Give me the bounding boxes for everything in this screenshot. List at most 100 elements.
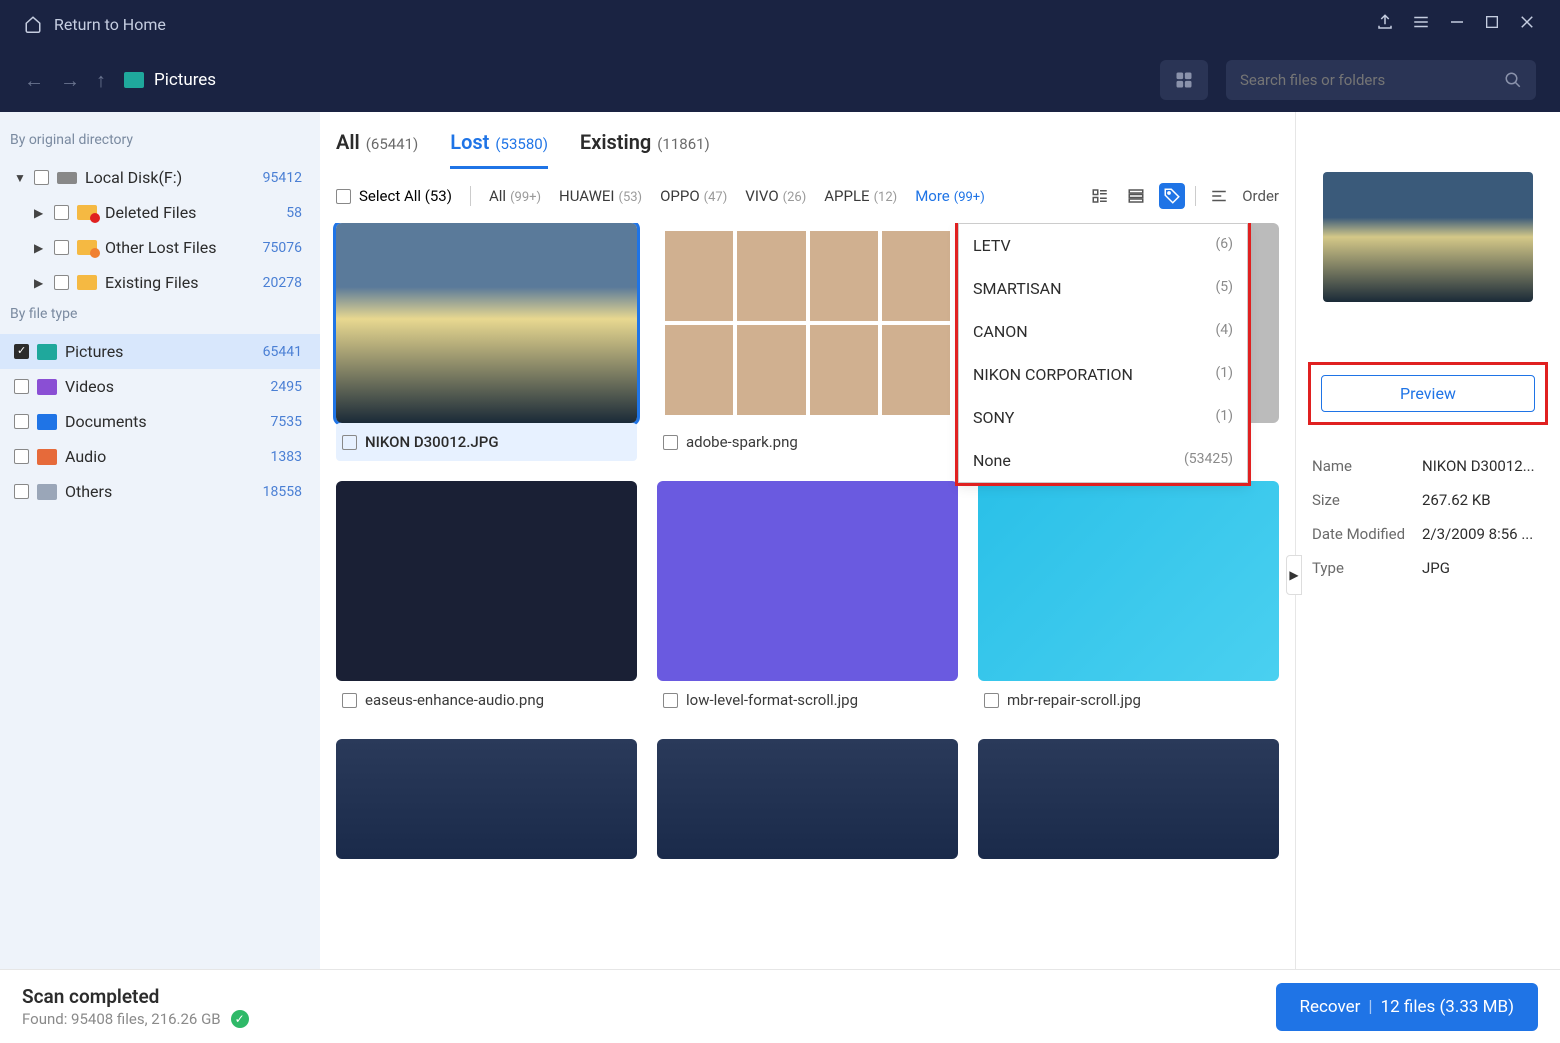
folder-deleted-icon — [77, 205, 97, 220]
thumbnail[interactable] — [978, 739, 1279, 859]
tree-other-lost-files[interactable]: ▶ Other Lost Files 75076 — [0, 230, 320, 265]
checkbox[interactable] — [984, 693, 999, 708]
checkbox[interactable] — [14, 449, 29, 464]
dropdown-item-none[interactable]: None(53425) — [959, 439, 1247, 482]
sidebar: By original directory ▼ Local Disk(F:) 9… — [0, 112, 320, 969]
filter-more[interactable]: More(99+) — [915, 187, 985, 205]
order-label[interactable]: Order — [1242, 187, 1279, 205]
breadcrumb: Pictures — [124, 70, 216, 90]
thumbnail[interactable] — [336, 739, 637, 859]
checkbox[interactable] — [54, 275, 69, 290]
close-button[interactable] — [1518, 13, 1536, 35]
dropdown-item-smartisan[interactable]: SMARTISAN(5) — [959, 267, 1247, 310]
file-card[interactable] — [336, 739, 637, 859]
file-card[interactable]: NIKON D30012.JPG — [336, 223, 637, 461]
tab-existing[interactable]: Existing(11861) — [580, 130, 710, 169]
others-icon — [37, 484, 57, 500]
nav-up[interactable]: ↑ — [96, 68, 106, 93]
detail-panel: ▶ Preview NameNIKON D30012... Size267.62… — [1295, 112, 1560, 969]
tree-existing-files[interactable]: ▶ Existing Files 20278 — [0, 265, 320, 300]
view-list-icon[interactable] — [1087, 183, 1113, 209]
tab-lost[interactable]: Lost(53580) — [450, 130, 548, 169]
checkbox[interactable] — [663, 435, 678, 450]
search-input[interactable] — [1240, 71, 1504, 89]
checkbox[interactable] — [342, 435, 357, 450]
check-icon: ✓ — [231, 1010, 249, 1028]
view-detail-icon[interactable] — [1123, 183, 1149, 209]
file-card[interactable]: easeus-enhance-audio.png — [336, 481, 637, 719]
checkbox[interactable] — [342, 693, 357, 708]
thumbnail[interactable] — [657, 223, 958, 423]
checkbox[interactable] — [54, 205, 69, 220]
dropdown-item-sony[interactable]: SONY(1) — [959, 396, 1247, 439]
checkbox-checked[interactable] — [14, 344, 29, 359]
pictures-icon — [124, 72, 144, 88]
search-box[interactable] — [1226, 60, 1536, 100]
disk-icon — [57, 172, 77, 184]
preview-button[interactable]: Preview — [1321, 375, 1535, 412]
filter-huawei[interactable]: HUAWEI(53) — [559, 187, 642, 205]
file-card[interactable] — [978, 739, 1279, 859]
file-card[interactable]: mbr-repair-scroll.jpg — [978, 481, 1279, 719]
chevron-down-icon[interactable]: ▼ — [14, 171, 26, 185]
folder-icon — [77, 275, 97, 290]
checkbox[interactable] — [14, 484, 29, 499]
file-metadata: NameNIKON D30012... Size267.62 KB Date M… — [1296, 449, 1560, 585]
filter-all[interactable]: All(99+) — [489, 187, 541, 205]
dropdown-item-canon[interactable]: CANON(4) — [959, 310, 1247, 353]
type-others[interactable]: Others 18558 — [0, 474, 320, 509]
thumbnail[interactable] — [978, 481, 1279, 681]
toolbar: ← → ↑ Pictures — [0, 48, 1560, 112]
chevron-right-icon[interactable]: ▶ — [34, 206, 46, 220]
checkbox[interactable] — [54, 240, 69, 255]
audio-icon — [37, 449, 57, 465]
view-tag-icon[interactable] — [1159, 183, 1185, 209]
thumbnail[interactable] — [657, 739, 958, 859]
titlebar: Return to Home — [0, 0, 1560, 48]
scan-summary: Found: 95408 files, 216.26 GB — [22, 1010, 221, 1028]
tree-local-disk[interactable]: ▼ Local Disk(F:) 95412 — [0, 160, 320, 195]
maximize-button[interactable] — [1484, 14, 1500, 34]
return-to-home[interactable]: Return to Home — [24, 15, 166, 34]
dropdown-item-nikon[interactable]: NIKON CORPORATION(1) — [959, 353, 1247, 396]
filter-apple[interactable]: APPLE(12) — [824, 187, 897, 205]
recover-button[interactable]: Recover | 12 files (3.33 MB) — [1276, 983, 1538, 1031]
type-audio[interactable]: Audio 1383 — [0, 439, 320, 474]
minimize-button[interactable] — [1448, 13, 1466, 35]
main-panel: All(65441) Lost(53580) Existing(11861) S… — [320, 112, 1295, 969]
collapse-detail-handle[interactable]: ▶ — [1286, 555, 1302, 595]
checkbox[interactable] — [14, 379, 29, 394]
checkbox[interactable] — [336, 189, 351, 204]
select-all[interactable]: Select All (53) — [336, 187, 452, 205]
dropdown-item-letv[interactable]: LETV(6) — [959, 224, 1247, 267]
type-videos[interactable]: Videos 2495 — [0, 369, 320, 404]
view-toggle[interactable] — [1160, 60, 1208, 100]
export-icon[interactable] — [1376, 13, 1394, 35]
gallery[interactable]: NIKON D30012.JPG adobe-spark.png easeus-… — [320, 223, 1295, 969]
filter-vivo[interactable]: VIVO(26) — [745, 187, 806, 205]
return-label: Return to Home — [54, 15, 166, 34]
nav-forward[interactable]: → — [60, 68, 80, 93]
tree-deleted-files[interactable]: ▶ Deleted Files 58 — [0, 195, 320, 230]
file-card[interactable] — [657, 739, 958, 859]
tab-all[interactable]: All(65441) — [336, 130, 418, 169]
section-original-directory: By original directory — [0, 126, 320, 160]
checkbox[interactable] — [14, 414, 29, 429]
type-pictures[interactable]: Pictures 65441 — [0, 334, 320, 369]
chevron-right-icon[interactable]: ▶ — [34, 241, 46, 255]
filter-oppo[interactable]: OPPO(47) — [660, 187, 727, 205]
nav-back[interactable]: ← — [24, 68, 44, 93]
thumbnail[interactable] — [336, 481, 637, 681]
menu-icon[interactable] — [1412, 13, 1430, 35]
thumbnail[interactable] — [336, 223, 637, 423]
checkbox[interactable] — [663, 693, 678, 708]
file-card[interactable]: adobe-spark.png — [657, 223, 958, 461]
chevron-right-icon[interactable]: ▶ — [34, 276, 46, 290]
more-dropdown[interactable]: LETV(6) SMARTISAN(5) CANON(4) NIKON CORP… — [958, 223, 1248, 483]
file-card[interactable]: low-level-format-scroll.jpg — [657, 481, 958, 719]
status-bar: Scan completed Found: 95408 files, 216.2… — [0, 969, 1560, 1043]
type-documents[interactable]: Documents 7535 — [0, 404, 320, 439]
sort-icon[interactable] — [1206, 183, 1232, 209]
thumbnail[interactable] — [657, 481, 958, 681]
checkbox[interactable] — [34, 170, 49, 185]
